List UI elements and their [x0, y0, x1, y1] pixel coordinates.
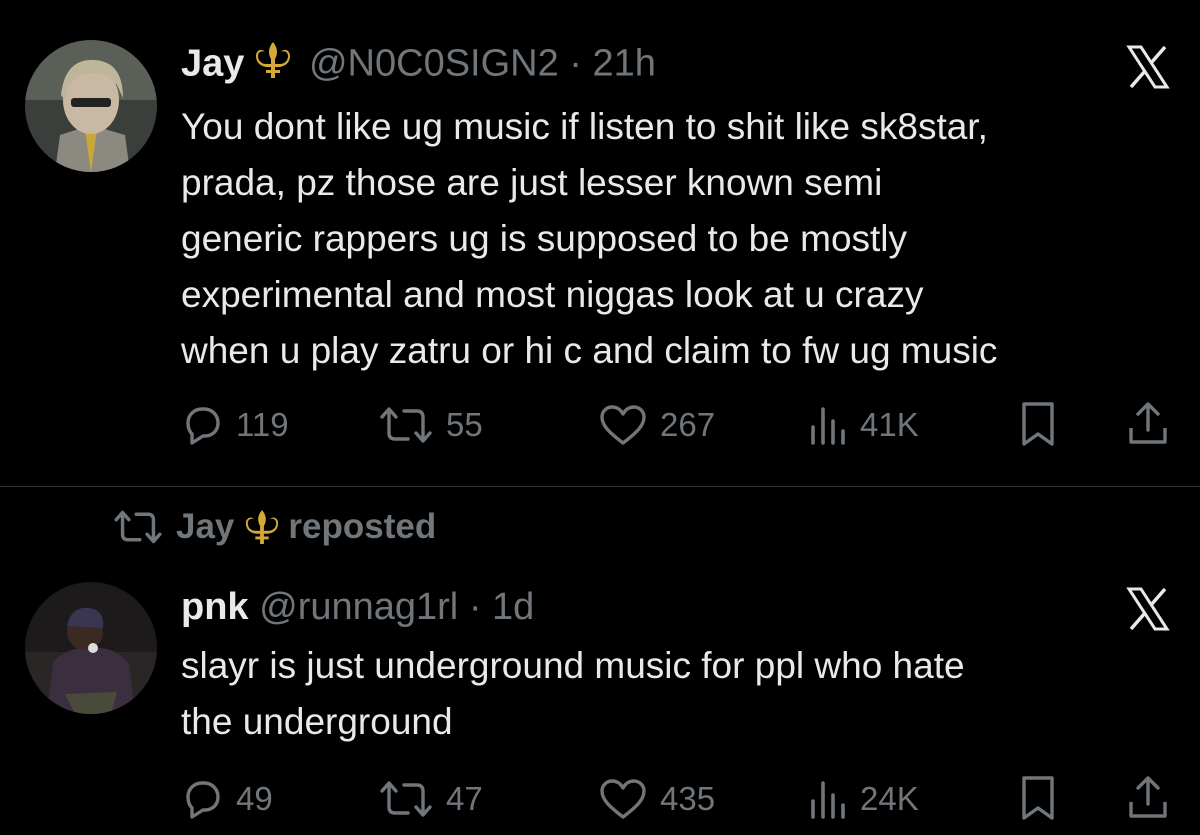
- share-button[interactable]: [1126, 400, 1170, 453]
- views-button[interactable]: 41K: [808, 400, 919, 450]
- like-icon: [600, 779, 646, 819]
- repost-icon: [380, 781, 432, 817]
- bookmark-button[interactable]: [1018, 774, 1058, 827]
- fleur-de-lis-icon: [244, 508, 280, 546]
- x-logo-icon: [1126, 45, 1170, 89]
- author-handle[interactable]: @runnag1rl: [259, 586, 458, 628]
- share-icon: [1129, 776, 1167, 818]
- tweet-1[interactable]: Jay @N0C0SIGN2 · 21h You dont like ug mu…: [0, 0, 1200, 486]
- views-count: 24K: [860, 780, 919, 817]
- separator-dot: ·: [468, 586, 482, 628]
- views-icon: [811, 781, 845, 819]
- like-icon: [600, 405, 646, 445]
- tweet-2[interactable]: Jay reposted pnk @runnag1rl · 1d slayr i…: [0, 487, 1200, 835]
- reply-button[interactable]: 49: [180, 774, 273, 824]
- tweet-line: You dont like ug music if listen to shit…: [181, 106, 988, 147]
- repost-context: Jay reposted: [112, 507, 436, 547]
- reply-count: 49: [236, 780, 273, 817]
- reposted-label: reposted: [288, 507, 437, 546]
- repost-icon: [380, 407, 432, 443]
- tweet-text: slayr is just underground music for ppl …: [181, 638, 1181, 750]
- avatar[interactable]: [25, 40, 157, 172]
- action-bar: 119 55 267 41K: [180, 400, 1170, 450]
- tweet-line: when u play zatru or hi c and claim to f…: [181, 330, 998, 371]
- reposter-name[interactable]: Jay: [176, 507, 234, 547]
- tweet-line: the underground: [181, 701, 453, 742]
- timestamp[interactable]: 1d: [492, 586, 534, 628]
- x-logo-icon: [1126, 587, 1170, 631]
- views-count: 41K: [860, 406, 919, 443]
- views-icon: [811, 407, 845, 445]
- tweet-line: generic rappers ug is supposed to be mos…: [181, 218, 908, 259]
- author-handle[interactable]: @N0C0SIGN2: [309, 43, 559, 85]
- author-name[interactable]: Jay: [181, 43, 244, 85]
- bookmark-icon: [1022, 776, 1054, 820]
- repost-count: 47: [446, 780, 483, 817]
- action-bar: 49 47 435 24K: [180, 774, 1170, 824]
- timestamp[interactable]: 21h: [593, 43, 656, 85]
- tweet-header: Jay @N0C0SIGN2 · 21h: [181, 40, 656, 91]
- tweet-line: prada, pz those are just lesser known se…: [181, 162, 883, 203]
- bookmark-button[interactable]: [1018, 400, 1058, 453]
- like-button[interactable]: 267: [598, 400, 715, 450]
- share-button[interactable]: [1126, 774, 1170, 827]
- avatar[interactable]: [25, 582, 157, 714]
- repost-icon: [114, 510, 162, 544]
- repost-button[interactable]: 55: [378, 400, 483, 450]
- repost-count: 55: [446, 406, 483, 443]
- tweet-text: You dont like ug music if listen to shit…: [181, 99, 1181, 379]
- like-count: 267: [660, 406, 716, 443]
- reply-icon: [186, 781, 220, 819]
- views-button[interactable]: 24K: [808, 774, 919, 824]
- like-button[interactable]: 435: [598, 774, 715, 824]
- like-count: 435: [660, 780, 716, 817]
- bookmark-icon: [1022, 402, 1054, 446]
- separator-dot: ·: [569, 42, 582, 85]
- tweet-line: experimental and most niggas look at u c…: [181, 274, 924, 315]
- share-icon: [1129, 402, 1167, 444]
- tweet-header: pnk @runnag1rl · 1d: [181, 584, 534, 630]
- reply-icon: [186, 407, 220, 445]
- tweet-line: slayr is just underground music for ppl …: [181, 645, 965, 686]
- fleur-de-lis-icon: [254, 40, 292, 91]
- reply-button[interactable]: 119: [180, 400, 289, 450]
- author-name[interactable]: pnk: [181, 586, 249, 628]
- reply-count: 119: [236, 406, 289, 443]
- repost-button[interactable]: 47: [378, 774, 483, 824]
